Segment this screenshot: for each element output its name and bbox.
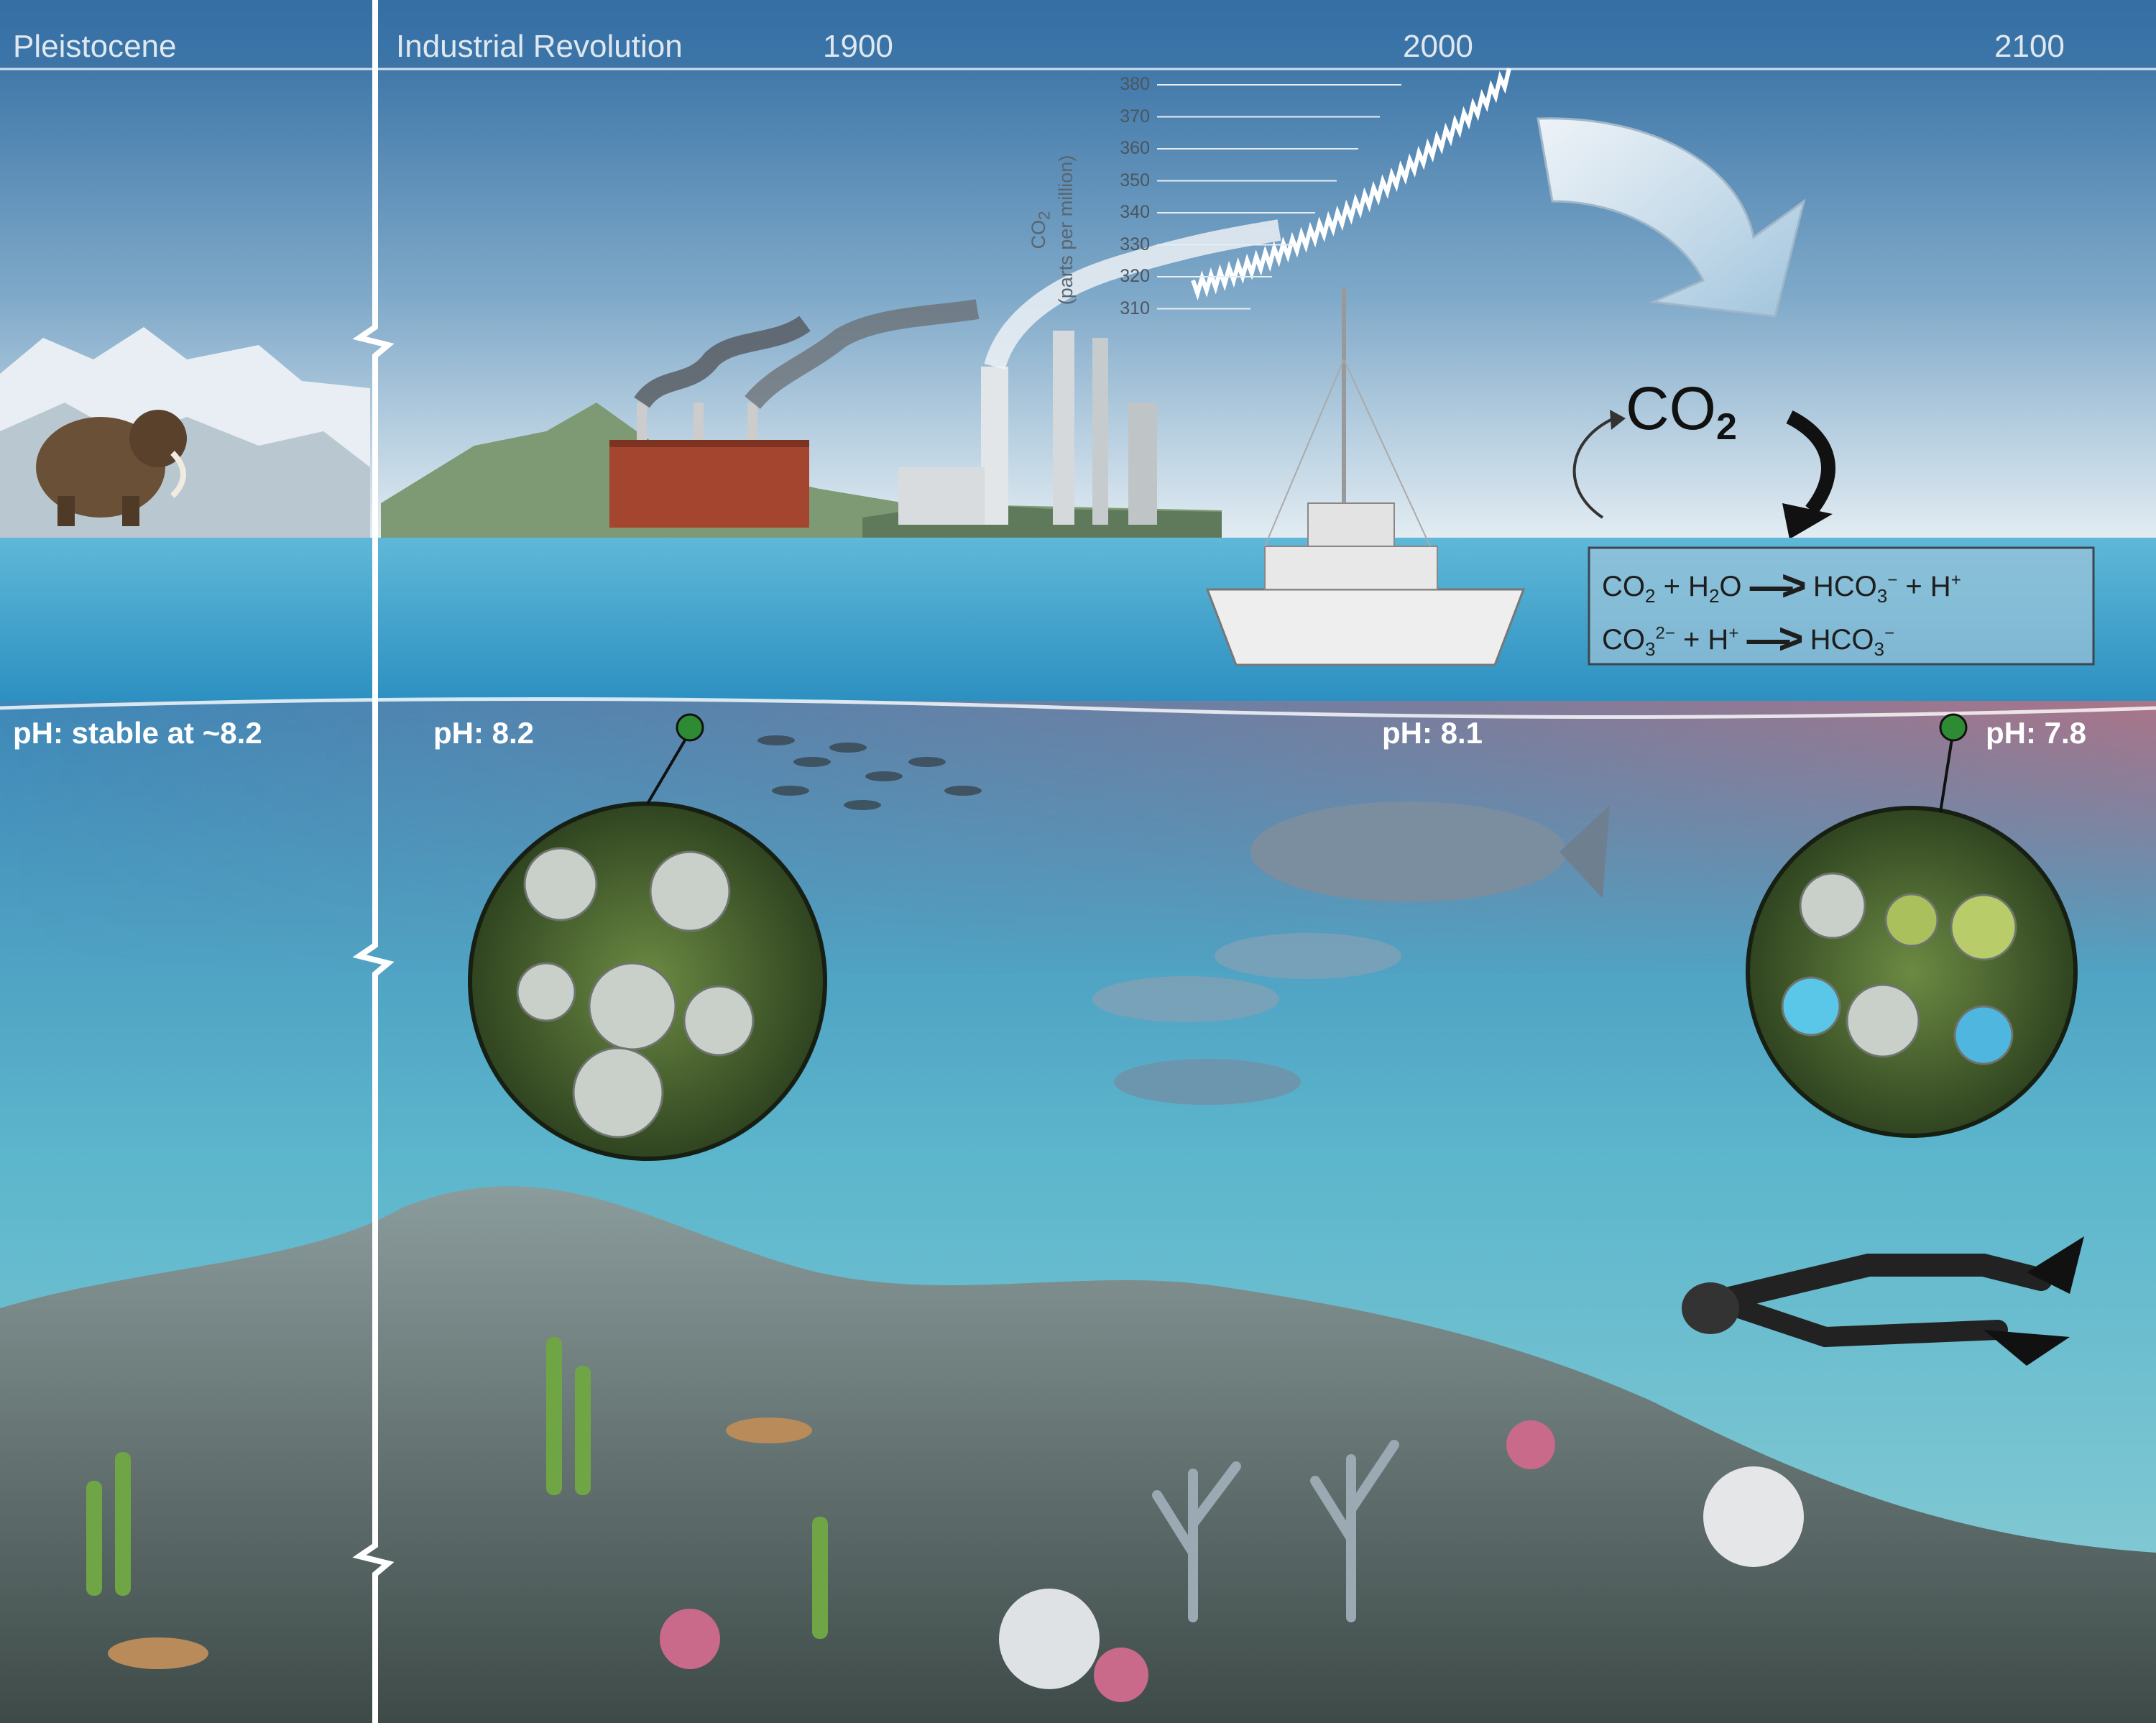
- ph-label-industrial: pH: 8.2: [433, 716, 535, 750]
- co2-tick-320: 320: [1120, 266, 1150, 286]
- co2-tick-340: 340: [1120, 202, 1150, 222]
- year-label-2100: 2100: [1994, 29, 2065, 64]
- ph-label-present: pH: 8.1: [1382, 716, 1483, 750]
- reaction-arrow-icon: —>: [1749, 561, 1807, 610]
- ocean-acidification-diagram: Pleistocene Industrial Revolution 1900 2…: [0, 0, 2156, 1723]
- co2-tick-380: 380: [1120, 74, 1150, 94]
- co2-graph-axis-label: CO2 (parts per million): [1028, 155, 1077, 305]
- era-label-industrial-revolution: Industrial Revolution: [396, 29, 683, 64]
- equation-carbonate: CO32− + H+ —> HCO3−: [1602, 615, 1895, 663]
- era-label-pleistocene: Pleistocene: [13, 29, 177, 64]
- reaction-arrow-icon: —>: [1746, 615, 1803, 663]
- chemical-equations: CO2 + H2O —> HCO3− + H+ CO32− + H+ —> HC…: [1589, 548, 2093, 664]
- ph-label-pleistocene: pH: stable at ~8.2: [13, 716, 262, 750]
- equation-carbonic: CO2 + H2O —> HCO3− + H+: [1602, 561, 1961, 610]
- co2-tick-370: 370: [1120, 106, 1150, 127]
- year-label-2000: 2000: [1403, 29, 1473, 64]
- co2-tick-360: 360: [1120, 138, 1150, 158]
- co2-tick-330: 330: [1120, 234, 1150, 254]
- co2-tick-310: 310: [1120, 298, 1150, 318]
- ph-label-future: pH: 7.8: [1986, 716, 2087, 750]
- year-label-1900: 1900: [823, 29, 893, 64]
- co2-label: CO2: [1626, 375, 1737, 448]
- co2-tick-350: 350: [1120, 170, 1150, 190]
